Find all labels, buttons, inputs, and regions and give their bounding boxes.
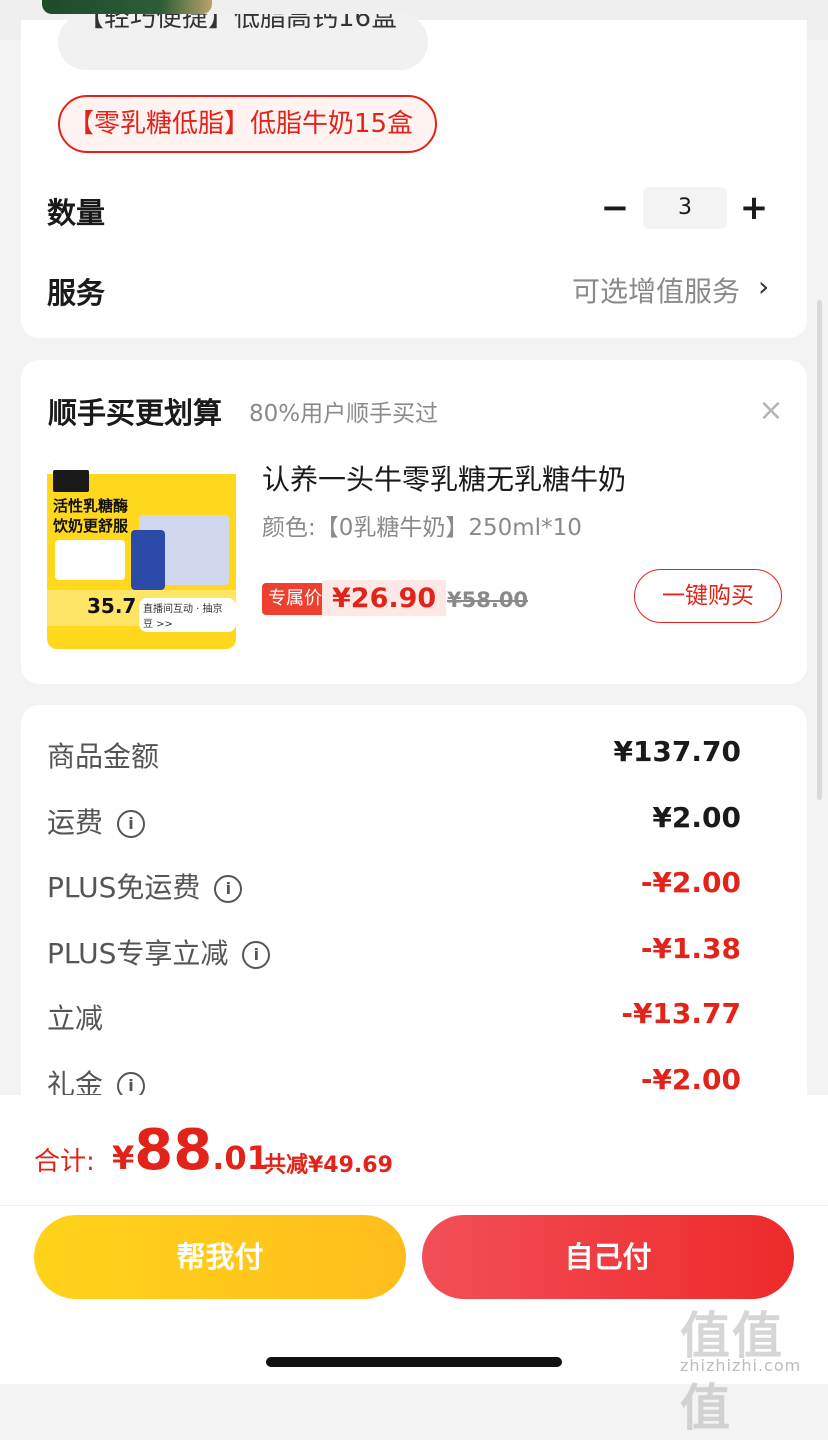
service-label: 服务 bbox=[47, 276, 106, 310]
product-carton-image bbox=[131, 530, 165, 590]
total-decimal: .01 bbox=[212, 1139, 269, 1177]
divider bbox=[0, 1205, 828, 1206]
chevron-right-icon[interactable]: › bbox=[758, 270, 769, 303]
brand-logo bbox=[53, 470, 89, 492]
product-price: ¥26.90 bbox=[322, 580, 447, 616]
total-savings: 共减¥49.69 bbox=[264, 1153, 393, 1178]
fee-value: ¥137.70 bbox=[613, 735, 741, 768]
fee-row[interactable]: PLUS专享立减 i -¥1.38 bbox=[47, 932, 741, 972]
total-integer: 88 bbox=[134, 1118, 213, 1183]
fee-row[interactable]: 运费 i ¥2.00 bbox=[47, 801, 741, 841]
total-label: 合计: bbox=[34, 1147, 95, 1177]
info-icon[interactable]: i bbox=[242, 940, 271, 969]
total-amount: ¥88.01 bbox=[112, 1118, 269, 1183]
fee-label-text: PLUS专享立减 bbox=[47, 936, 229, 970]
fee-value: ¥2.00 bbox=[652, 800, 741, 834]
quantity-value[interactable]: 3 bbox=[643, 187, 727, 229]
one-click-buy-button[interactable]: 一键购买 bbox=[634, 569, 782, 623]
ice-cream-image bbox=[55, 540, 125, 580]
product-spec: 颜色:【0乳糖牛奶】250ml*10 bbox=[262, 515, 582, 541]
info-icon[interactable]: i bbox=[117, 809, 146, 838]
previous-item-thumbnail bbox=[42, 0, 212, 14]
fee-label: 商品金额 bbox=[47, 735, 159, 775]
product-original-price: ¥58.00 bbox=[447, 588, 529, 612]
product-image[interactable]: 活性乳糖酶饮奶更舒服 35.7 直播间互动 · 抽京豆 >> bbox=[47, 460, 236, 649]
image-tagline: 活性乳糖酶饮奶更舒服 bbox=[53, 497, 129, 535]
fee-row: 商品金额 ¥137.70 bbox=[47, 735, 741, 775]
close-icon[interactable]: × bbox=[756, 396, 786, 426]
info-icon[interactable]: i bbox=[214, 875, 243, 903]
image-live-badge: 直播间互动 · 抽京豆 >> bbox=[139, 598, 236, 632]
product-name[interactable]: 认养一头牛零乳糖无乳糖牛奶 bbox=[262, 458, 626, 498]
scrollbar[interactable] bbox=[817, 300, 822, 800]
fee-label: 立减 bbox=[47, 997, 103, 1037]
fee-value: -¥2.00 bbox=[640, 1062, 741, 1096]
pay-myself-button[interactable]: 自己付 bbox=[422, 1215, 794, 1299]
service-value[interactable]: 可选增值服务 bbox=[540, 270, 740, 310]
fee-value: -¥13.77 bbox=[621, 997, 741, 1030]
fee-row[interactable]: PLUS免运费 i -¥2.00 bbox=[47, 866, 741, 906]
fee-label-text: PLUS免运费 bbox=[47, 871, 201, 904]
addon-subtitle: 80%用户顺手买过 bbox=[249, 401, 439, 427]
spec-chip-selected[interactable]: 【零乳糖低脂】低脂牛奶15盒 bbox=[58, 95, 438, 153]
fee-label-text: 运费 bbox=[47, 805, 104, 839]
quantity-label: 数量 bbox=[47, 196, 106, 230]
home-indicator[interactable] bbox=[266, 1357, 562, 1367]
fee-value: -¥1.38 bbox=[640, 931, 741, 965]
fee-label: 运费 i bbox=[47, 801, 146, 841]
total-currency: ¥ bbox=[112, 1139, 135, 1177]
image-price: 35.7 bbox=[87, 594, 137, 618]
fee-label-text: 立减 bbox=[47, 1002, 104, 1035]
spec-chip-option[interactable]: 【轻巧便捷】低脂高钙16盒 bbox=[58, 14, 428, 70]
quantity-plus-button[interactable]: + bbox=[738, 190, 770, 226]
fee-row: 立减 -¥13.77 bbox=[47, 997, 741, 1037]
fee-label: PLUS免运费 i bbox=[47, 866, 243, 906]
fee-value: -¥2.00 bbox=[640, 866, 741, 899]
quantity-minus-button[interactable]: − bbox=[600, 190, 630, 226]
addon-title: 顺手买更划算 bbox=[48, 396, 223, 430]
watermark-url: zhizhizhi.com bbox=[680, 1356, 802, 1375]
fee-label-text: 商品金额 bbox=[47, 740, 160, 773]
help-me-pay-button[interactable]: 帮我付 bbox=[34, 1215, 406, 1299]
fee-label: PLUS专享立减 i bbox=[47, 932, 271, 972]
exclusive-price-tag: 专属价 bbox=[262, 583, 328, 615]
